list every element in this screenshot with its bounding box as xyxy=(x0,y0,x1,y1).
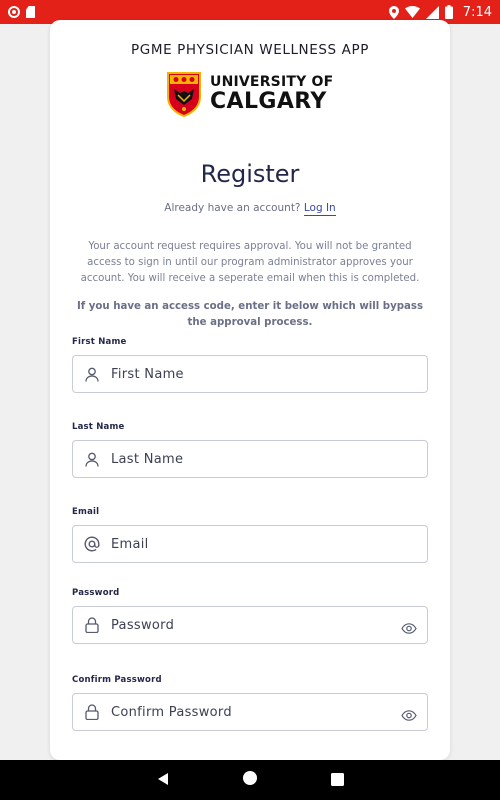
logo-line-2: CALGARY xyxy=(210,89,327,114)
first-name-label: First Name xyxy=(72,337,127,347)
at-icon xyxy=(73,536,111,552)
signal-icon xyxy=(425,5,439,19)
password-field[interactable]: Password xyxy=(72,606,428,644)
login-link[interactable]: Log In xyxy=(303,202,336,216)
person-icon xyxy=(73,367,111,382)
register-card: PGME PHYSICIAN WELLNESS APP UNIVERSITY O… xyxy=(50,20,450,760)
person-icon xyxy=(73,452,111,467)
location-icon xyxy=(388,5,399,19)
battery-icon xyxy=(444,5,453,19)
back-icon[interactable] xyxy=(156,771,170,790)
logo-line-1: UNIVERSITY OF xyxy=(210,74,334,90)
email-field[interactable]: Email xyxy=(72,525,428,563)
password-label: Password xyxy=(72,588,120,598)
lock-icon xyxy=(73,617,111,633)
last-name-label: Last Name xyxy=(72,422,125,432)
eye-icon[interactable] xyxy=(391,622,427,634)
status-time: 7:14 xyxy=(462,4,492,20)
have-account-text: Already have an account? xyxy=(164,202,301,214)
eye-icon[interactable] xyxy=(391,709,427,721)
first-name-input[interactable]: First Name xyxy=(111,367,427,382)
sd-card-icon xyxy=(26,6,35,18)
recents-icon[interactable] xyxy=(330,771,344,790)
page-title: Register xyxy=(200,160,300,188)
crest-icon xyxy=(167,72,201,117)
password-input[interactable]: Password xyxy=(111,618,391,633)
lock-icon xyxy=(73,704,111,720)
email-input[interactable]: Email xyxy=(111,537,427,552)
confirm-password-field[interactable]: Confirm Password xyxy=(72,693,428,731)
access-code-notice: If you have an access code, enter it bel… xyxy=(76,301,424,328)
university-logo: UNIVERSITY OF CALGARY xyxy=(166,70,333,118)
navigation-bar xyxy=(0,760,500,800)
last-name-field[interactable]: Last Name xyxy=(72,440,428,478)
home-icon[interactable] xyxy=(242,770,258,790)
last-name-input[interactable]: Last Name xyxy=(111,452,427,467)
record-icon xyxy=(8,6,20,18)
wifi-icon xyxy=(404,6,420,18)
first-name-field[interactable]: First Name xyxy=(72,355,428,393)
email-label: Email xyxy=(72,507,100,517)
approval-notice: Your account request requires approval. … xyxy=(80,241,420,284)
confirm-password-label: Confirm Password xyxy=(72,675,162,685)
have-account-row: Already have an account? Log In xyxy=(50,202,450,216)
confirm-password-input[interactable]: Confirm Password xyxy=(111,705,391,720)
app-title: PGME PHYSICIAN WELLNESS APP xyxy=(131,42,369,58)
